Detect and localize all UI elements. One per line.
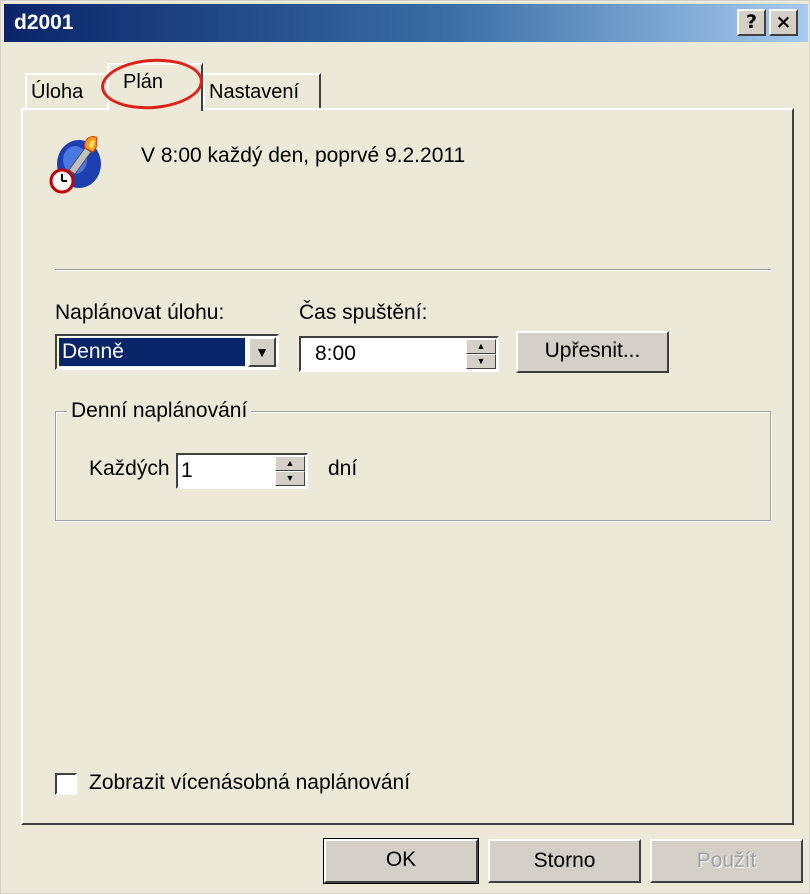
start-time-input[interactable]: 8:00 ▲ ▼ [299, 336, 499, 372]
clock-icon [49, 168, 75, 194]
advanced-button[interactable]: Upřesnit... [516, 331, 669, 373]
tab-settings-label: Nastavení [209, 81, 300, 103]
show-multiple-checkbox[interactable] [55, 773, 77, 795]
spin-up-icon[interactable]: ▲ [275, 456, 305, 471]
tab-task[interactable]: Úloha [25, 73, 109, 109]
tab-settings[interactable]: Nastavení [203, 73, 321, 109]
cancel-button[interactable]: Storno [488, 839, 641, 883]
title-bar[interactable]: d2001 ? × [4, 4, 808, 42]
daily-schedule-title: Denní naplánování [67, 399, 252, 423]
every-days-input[interactable]: 1 ▲ ▼ [176, 453, 308, 489]
ok-button[interactable]: OK [323, 838, 479, 884]
spin-down-icon[interactable]: ▼ [275, 471, 305, 486]
tab-task-label: Úloha [31, 81, 84, 103]
start-time-value: 8:00 [315, 342, 356, 365]
start-time-spinner[interactable]: ▲ ▼ [466, 339, 496, 369]
every-days-value: 1 [181, 459, 193, 482]
schedule-task-dropdown[interactable]: Denně ▼ [55, 334, 279, 370]
apply-button[interactable]: Použít [650, 839, 803, 883]
spin-up-icon[interactable]: ▲ [466, 339, 496, 354]
scheduled-task-dialog: d2001 ? × Úloha Plán Nastavení V 8:00 ka… [0, 0, 810, 894]
help-button[interactable]: ? [737, 9, 766, 36]
divider [55, 269, 771, 271]
spin-down-icon[interactable]: ▼ [466, 354, 496, 369]
every-label: Každých [89, 457, 170, 480]
days-label: dní [328, 457, 358, 480]
schedule-task-label: Naplánovat úlohu: [55, 301, 225, 324]
schedule-task-value: Denně [58, 337, 246, 367]
show-multiple-label[interactable]: Zobrazit vícenásobná naplánování [89, 771, 410, 795]
start-time-label: Čas spuštění: [299, 301, 428, 324]
schedule-summary: V 8:00 každý den, poprvé 9.2.2011 [141, 144, 466, 167]
window-title: d2001 [14, 11, 74, 34]
torch-schedule-icon [49, 135, 101, 194]
close-button[interactable]: × [769, 9, 798, 36]
dropdown-arrow-icon[interactable]: ▼ [248, 337, 276, 367]
every-days-spinner[interactable]: ▲ ▼ [275, 456, 305, 486]
